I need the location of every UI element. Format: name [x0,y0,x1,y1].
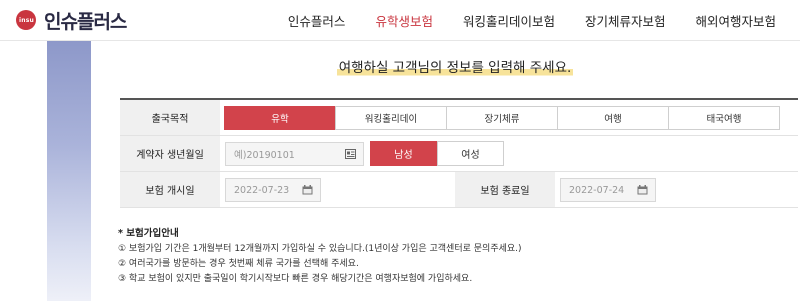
birth-label: 계약자 생년월일 [120,136,220,171]
main-nav: 인슈플러스 유학생보험 워킹홀리데이보험 장기체류자보험 해외여행자보험 [258,11,776,30]
purpose-option-thailand-travel[interactable]: 태국여행 [668,106,780,130]
purpose-label: 출국목적 [120,100,220,135]
logo-mark-icon: insu [16,8,40,32]
end-date-label: 보험 종료일 [455,172,555,207]
purpose-option-travel[interactable]: 여행 [557,106,669,130]
calendar-icon [302,185,313,195]
header-divider [0,40,800,41]
id-card-icon [345,149,356,159]
purpose-row: 출국목적 유학 워킹홀리데이 장기체류 여행 태국여행 [120,100,798,136]
note-item: ① 보험가입 기간은 1개월부터 12개월까지 가입하실 수 있습니다.(1년이… [118,244,522,254]
logo-text: 인슈플러스 [44,10,127,33]
start-date-value: 2022-07-23 [234,184,290,196]
calendar-icon [637,185,648,195]
gender-option-male[interactable]: 남성 [370,141,437,166]
purpose-option-working-holiday[interactable]: 워킹홀리데이 [335,106,447,130]
dates-row: 보험 개시일 2022-07-23 보험 종료일 2022-07-24 [120,172,798,208]
start-date-input[interactable]: 2022-07-23 [225,178,321,202]
start-date-label: 보험 개시일 [120,172,220,207]
heading-wrap: 여행하실 고객님의 정보를 입력해 주세요. [0,56,800,77]
purpose-option-study[interactable]: 유학 [224,106,336,130]
logo[interactable]: insu 인슈플러스 [16,8,127,33]
note-item: ③ 학교 보험이 있지만 출국일이 학기시작보다 빠른 경우 해당기간은 여행자… [118,274,473,284]
nav-item-student-insurance[interactable]: 유학생보험 [375,11,433,30]
traveler-info-form: 출국목적 유학 워킹홀리데이 장기체류 여행 태국여행 계약자 생년월일 예)2… [120,98,798,208]
insurance-notes: * 보험가입안내 ① 보험가입 기간은 1개월부터 12개월까지 가입하실 수 … [118,225,778,287]
nav-item-long-stay-insurance[interactable]: 장기체류자보험 [585,11,666,30]
side-decoration [47,41,91,301]
purpose-options: 유학 워킹홀리데이 장기체류 여행 태국여행 [224,106,780,130]
nav-item-travel-insurance[interactable]: 해외여행자보험 [695,11,776,30]
gender-option-female[interactable]: 여성 [437,141,504,166]
nav-item-working-holiday-insurance[interactable]: 워킹홀리데이보험 [463,11,555,30]
gender-options: 남성 여성 [370,141,504,166]
birth-date-placeholder: 예)20190101 [234,150,295,161]
birth-date-input[interactable]: 예)20190101 [225,142,364,166]
purpose-option-long-stay[interactable]: 장기체류 [446,106,558,130]
birth-row: 계약자 생년월일 예)20190101 남성 여성 [120,136,798,172]
note-item: ② 여러국가를 방문하는 경우 첫번째 체류 국가를 선택해 주세요. [118,259,359,269]
end-date-value: 2022-07-24 [569,184,625,196]
notes-title: * 보험가입안내 [118,228,179,239]
end-date-input[interactable]: 2022-07-24 [560,178,656,202]
nav-item-insuplus[interactable]: 인슈플러스 [288,11,346,30]
page-title: 여행하실 고객님의 정보를 입력해 주세요. [336,56,574,77]
site-header: insu 인슈플러스 인슈플러스 유학생보험 워킹홀리데이보험 장기체류자보험 … [0,0,800,40]
